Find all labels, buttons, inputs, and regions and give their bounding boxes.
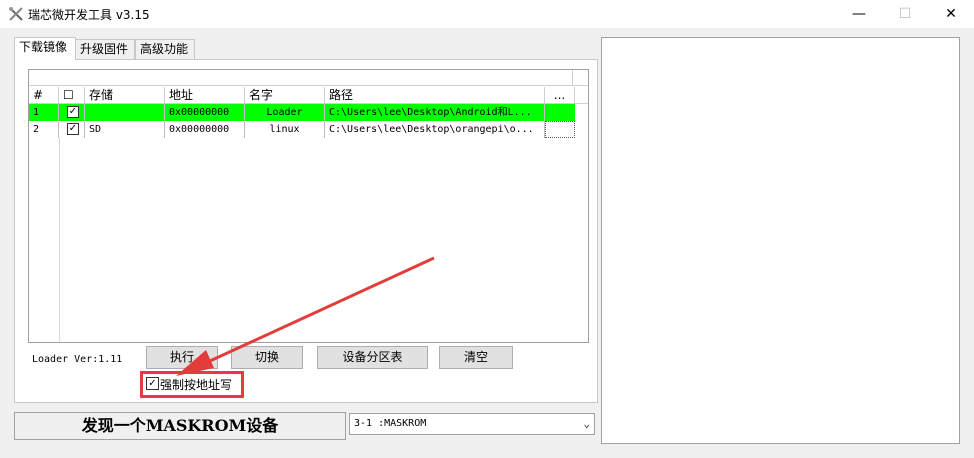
clear-button[interactable]: 清空 — [439, 346, 513, 369]
header-address[interactable]: 地址 — [165, 87, 245, 104]
device-select[interactable]: 3-1 :MASKROM ⌄ — [349, 413, 595, 435]
minimize-button[interactable]: — — [836, 0, 882, 28]
image-list[interactable]: # ☐ 存储 地址 名字 路径 ... 1 ✓ 0x00000000 Loade… — [28, 69, 589, 343]
row-name[interactable]: linux — [245, 121, 325, 138]
row-path[interactable]: C:\Users\lee\Desktop\orangepi\o... — [325, 121, 545, 138]
header-name[interactable]: 名字 — [245, 87, 325, 104]
close-button[interactable]: ✕ — [928, 0, 974, 28]
row-address[interactable]: 0x00000000 — [165, 121, 245, 138]
row-number: 1 — [29, 104, 59, 121]
tab-advanced-functions[interactable]: 高级功能 — [135, 39, 195, 60]
row-storage: SD — [85, 121, 165, 138]
row-storage — [85, 104, 165, 121]
switch-button[interactable]: 切换 — [231, 346, 303, 369]
row-path[interactable]: C:\Users\lee\Desktop\Android和L... — [325, 104, 545, 121]
window-title: 瑞芯微开发工具 v3.15 — [28, 8, 150, 22]
row-name[interactable]: Loader — [245, 104, 325, 121]
table-row[interactable]: 1 ✓ 0x00000000 Loader C:\Users\lee\Deskt… — [29, 104, 575, 121]
force-write-label[interactable]: 强制按地址写 — [160, 376, 232, 393]
row-number: 2 — [29, 121, 59, 138]
run-button[interactable]: 执行 — [146, 346, 218, 369]
maximize-button[interactable]: ☐ — [882, 0, 928, 28]
tools-icon — [9, 7, 23, 21]
header-browse[interactable]: ... — [545, 87, 575, 104]
device-selected-value: 3-1 :MASKROM — [354, 418, 427, 429]
header-checkbox[interactable]: ☐ — [59, 87, 85, 104]
chevron-down-icon[interactable]: ⌄ — [583, 417, 590, 431]
browse-cell[interactable] — [545, 121, 575, 138]
table-row[interactable]: 2 ✓ SD 0x00000000 linux C:\Users\lee\Des… — [29, 121, 575, 138]
force-write-checkbox[interactable]: ✓ — [146, 377, 159, 390]
row-checkbox[interactable]: ✓ — [67, 106, 79, 118]
title-bar: 瑞芯微开发工具 v3.15 — ☐ ✕ — [0, 0, 974, 28]
status-message: 发现一个MASKROM设备 — [14, 412, 346, 440]
list-header: # ☐ 存储 地址 名字 路径 ... — [29, 87, 588, 104]
header-number[interactable]: # — [29, 87, 59, 104]
header-path[interactable]: 路径 — [325, 87, 545, 104]
loader-version: Loader Ver:1.11 — [32, 354, 123, 365]
tab-download-image[interactable]: 下载镜像 — [14, 37, 76, 60]
log-panel — [601, 37, 960, 444]
row-address[interactable]: 0x00000000 — [165, 104, 245, 121]
list-top-strip — [29, 70, 588, 86]
tab-upgrade-firmware[interactable]: 升级固件 — [75, 39, 135, 60]
row-checkbox[interactable]: ✓ — [67, 123, 79, 135]
header-storage[interactable]: 存储 — [85, 87, 165, 104]
partition-table-button[interactable]: 设备分区表 — [317, 346, 428, 369]
